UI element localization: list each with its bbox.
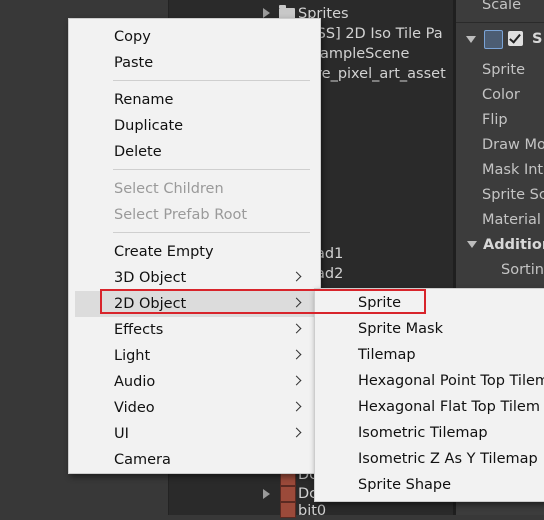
collapse-arrow-icon[interactable] [467, 241, 477, 248]
context-menu: Copy Paste Rename Duplicate Delete Selec… [68, 18, 321, 474]
menu-item-label: Copy [114, 29, 151, 45]
menu-item-copy[interactable]: Copy [69, 24, 320, 50]
submenu-item-isometric-tilemap[interactable]: Isometric Tilemap [315, 420, 544, 446]
menu-item-label: Isometric Tilemap [358, 425, 488, 441]
inspector-field-material: Material [482, 212, 541, 228]
hierarchy-item-bit0[interactable]: bit0 [298, 502, 326, 520]
menu-item-label: Isometric Z As Y Tilemap [358, 451, 538, 467]
menu-item-light[interactable]: Light [69, 343, 320, 369]
collapse-arrow-icon[interactable] [466, 36, 476, 43]
menu-item-label: Create Empty [114, 244, 214, 260]
menu-item-label: Select Children [114, 181, 224, 197]
menu-item-label: Duplicate [114, 118, 184, 134]
menu-item-rename[interactable]: Rename [69, 87, 320, 113]
menu-separator [113, 232, 310, 233]
annotation-highlight-box [100, 289, 315, 314]
chevron-right-icon [291, 375, 302, 386]
component-title: S [532, 31, 543, 47]
component-enabled-checkbox[interactable] [508, 31, 523, 46]
submenu-item-tilemap[interactable]: Tilemap [315, 342, 544, 368]
menu-item-audio[interactable]: Audio [69, 369, 320, 395]
menu-item-paste[interactable]: Paste [69, 50, 320, 76]
hierarchy-item-scene[interactable]: ampleScene [320, 45, 409, 63]
menu-item-label: Paste [114, 55, 154, 71]
inspector-divider [456, 22, 544, 23]
check-icon [509, 31, 521, 44]
menu-item-label: Camera [114, 452, 171, 468]
chevron-right-icon [291, 323, 302, 334]
menu-item-select-children: Select Children [69, 176, 320, 202]
menu-item-label: Hexagonal Point Top Tilem [358, 373, 544, 389]
menu-item-label: Select Prefab Root [114, 207, 248, 223]
chevron-right-icon [291, 349, 302, 360]
inspector-field-sprite-sort: Sprite Sc [482, 187, 544, 203]
menu-item-select-prefab-root: Select Prefab Root [69, 202, 320, 228]
submenu-item-sprite-mask[interactable]: Sprite Mask [315, 316, 544, 342]
expand-arrow-icon[interactable] [263, 8, 270, 18]
hierarchy-item-asset[interactable]: re_pixel_art_asset [316, 65, 446, 83]
menu-item-label: Video [114, 400, 155, 416]
chevron-right-icon [291, 401, 302, 412]
inspector-scale-label: Scale [482, 0, 522, 13]
submenu-2d-object: Sprite Sprite Mask Tilemap Hexagonal Poi… [314, 288, 544, 502]
inspector-field-color: Color [482, 87, 520, 103]
hierarchy-item-tile-palette[interactable]: [SS] 2D Iso Tile Pa [311, 25, 443, 43]
sprite-renderer-icon [484, 30, 503, 49]
inspector-field-flip: Flip [482, 112, 508, 128]
inspector-field-draw-mode: Draw Mo [482, 137, 544, 153]
annotation-highlight-box [315, 289, 426, 314]
menu-item-label: Rename [114, 92, 174, 108]
menu-item-video[interactable]: Video [69, 395, 320, 421]
menu-item-label: Tilemap [358, 347, 416, 363]
chevron-right-icon [291, 427, 302, 438]
menu-item-label: Effects [114, 322, 164, 338]
menu-item-label: 3D Object [114, 270, 187, 286]
inspector-field-sprite: Sprite [482, 62, 526, 78]
menu-item-label: Light [114, 348, 151, 364]
menu-separator [113, 80, 310, 81]
menu-item-label: UI [114, 426, 129, 442]
inspector-field-sorting-layer: Sortin [501, 262, 544, 278]
menu-separator [113, 169, 310, 170]
menu-item-label: Sprite Shape [358, 477, 452, 493]
submenu-item-sprite-shape[interactable]: Sprite Shape [315, 472, 544, 498]
menu-item-camera[interactable]: Camera [69, 447, 320, 473]
submenu-item-hex-flat-top-tilemap[interactable]: Hexagonal Flat Top Tilem [315, 394, 544, 420]
menu-item-label: Hexagonal Flat Top Tilem [358, 399, 540, 415]
menu-item-label: Audio [114, 374, 156, 390]
menu-item-delete[interactable]: Delete [69, 139, 320, 165]
menu-item-label: Sprite Mask [358, 321, 443, 337]
submenu-item-isometric-z-as-y-tilemap[interactable]: Isometric Z As Y Tilemap [315, 446, 544, 472]
object-thumbnail-icon [280, 502, 296, 518]
submenu-item-hex-point-top-tilemap[interactable]: Hexagonal Point Top Tilem [315, 368, 544, 394]
menu-item-3d-object[interactable]: 3D Object [69, 265, 320, 291]
menu-item-create-empty[interactable]: Create Empty [69, 239, 320, 265]
menu-item-duplicate[interactable]: Duplicate [69, 113, 320, 139]
menu-item-ui[interactable]: UI [69, 421, 320, 447]
chevron-right-icon [291, 271, 302, 282]
menu-item-label: Delete [114, 144, 162, 160]
object-thumbnail-icon [280, 486, 296, 502]
inspector-field-mask-interaction: Mask Int [482, 162, 544, 178]
menu-item-effects[interactable]: Effects [69, 317, 320, 343]
expand-arrow-icon[interactable] [263, 489, 270, 499]
additional-settings-header[interactable]: Addition [483, 236, 544, 254]
